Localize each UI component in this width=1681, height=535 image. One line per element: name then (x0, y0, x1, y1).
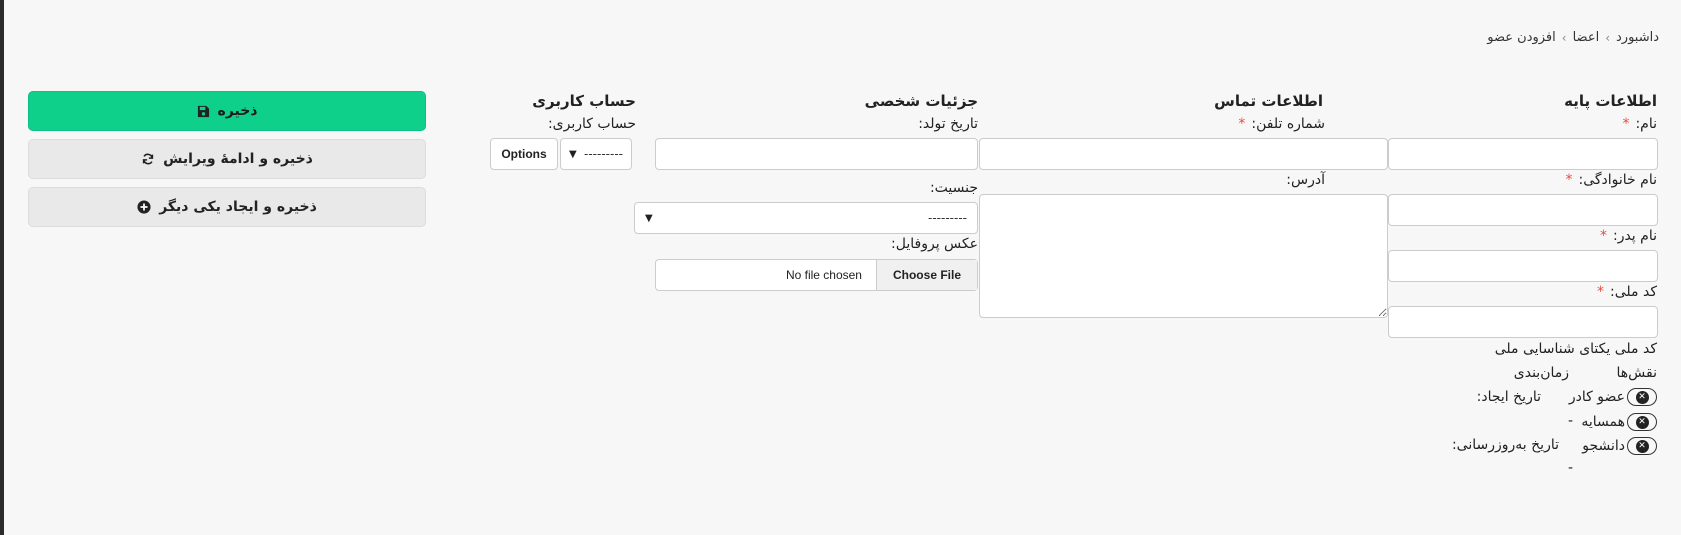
first-name-input[interactable] (1388, 138, 1658, 170)
address-textarea[interactable] (979, 194, 1388, 318)
phone-label: شماره تلفن:* (1238, 116, 1325, 132)
gender-select[interactable]: ▼ --------- (634, 202, 978, 234)
national-code-input[interactable] (1388, 306, 1658, 338)
created-date-label: تاریخ ایجاد: (1476, 389, 1541, 405)
role-chip[interactable]: ✕ همسایه (1581, 413, 1657, 431)
breadcrumb-members[interactable]: اعضا (1573, 30, 1600, 45)
role-chip[interactable]: ✕ دانشجو (1582, 437, 1657, 455)
last-name-input[interactable] (1388, 194, 1658, 226)
breadcrumb-separator: › (1605, 30, 1610, 45)
last-name-label: نام خانوادگی:* (1565, 172, 1657, 188)
role-chip[interactable]: ✕ عضو کادر (1569, 388, 1657, 406)
timing-title: زمان‌بندی (1513, 365, 1569, 381)
father-name-label: نام پدر:* (1599, 228, 1657, 244)
section-title-contact: اطلاعات تماس (1214, 92, 1323, 110)
roles-title: نقش‌ها (1616, 365, 1657, 381)
save-button[interactable]: ذخیره (28, 91, 426, 131)
page: داشبورد › اعضا › افزودن عضو اطلاعات پایه… (4, 0, 1681, 535)
breadcrumb-separator: › (1561, 30, 1567, 45)
remove-icon[interactable]: ✕ (1627, 413, 1657, 431)
save-add-another-button[interactable]: ذخیره و ایجاد یکی دیگر (28, 187, 426, 227)
updated-date-label: تاریخ به‌روزرسانی: (1451, 437, 1559, 453)
save-continue-button[interactable]: ذخیره و ادامهٔ ویرایش (28, 139, 426, 179)
choose-file-button[interactable]: Choose File (875, 260, 977, 290)
role-label: عضو کادر (1568, 389, 1625, 405)
file-status: No file chosen (785, 268, 862, 282)
options-button[interactable]: Options (490, 138, 558, 170)
chevron-down-icon: ▼ (645, 212, 653, 224)
chevron-down-icon: ▼ (569, 148, 577, 160)
section-title-personal: جزئیات شخصی (864, 92, 978, 110)
save-label: ذخیره (217, 103, 258, 119)
national-code-help: کد ملی یکتای شناسایی ملی (1494, 341, 1657, 357)
user-account-select[interactable]: ▼ --------- (560, 138, 632, 170)
gender-label: جنسیت: (929, 180, 978, 196)
father-name-input[interactable] (1388, 250, 1658, 282)
plus-circle-icon (137, 200, 151, 214)
save-continue-label: ذخیره و ادامهٔ ویرایش (163, 151, 313, 167)
national-code-label: کد ملی:* (1597, 284, 1657, 300)
section-title-account: حساب کاربری (532, 92, 636, 110)
profile-photo-label: عکس پروفایل: (891, 236, 978, 252)
role-label: دانشجو (1582, 438, 1625, 454)
remove-icon[interactable]: ✕ (1627, 388, 1657, 406)
updated-date-value: - (1567, 460, 1573, 476)
save-icon (197, 105, 209, 117)
profile-photo-input[interactable]: Choose File No file chosen (655, 259, 978, 291)
gender-value: --------- (928, 211, 967, 225)
user-account-value: --------- (584, 147, 623, 161)
breadcrumb-dashboard[interactable]: داشبورد (1616, 30, 1659, 45)
address-label: آدرس: (1286, 172, 1325, 188)
birth-date-input[interactable] (655, 138, 978, 170)
birth-date-label: تاریخ تولد: (918, 116, 978, 132)
created-date-value: - (1567, 413, 1573, 429)
role-label: همسایه (1581, 414, 1625, 430)
section-title-basic: اطلاعات پایه (1564, 92, 1657, 110)
refresh-icon (142, 153, 154, 165)
user-account-label: حساب کاربری: (547, 116, 636, 132)
phone-input[interactable] (979, 138, 1388, 170)
save-add-label: ذخیره و ایجاد یکی دیگر (159, 199, 317, 215)
breadcrumb-current: افزودن عضو (1487, 30, 1556, 45)
remove-icon[interactable]: ✕ (1627, 437, 1657, 455)
breadcrumb: داشبورد › اعضا › افزودن عضو (1487, 30, 1659, 45)
first-name-label: نام:* (1622, 116, 1657, 132)
